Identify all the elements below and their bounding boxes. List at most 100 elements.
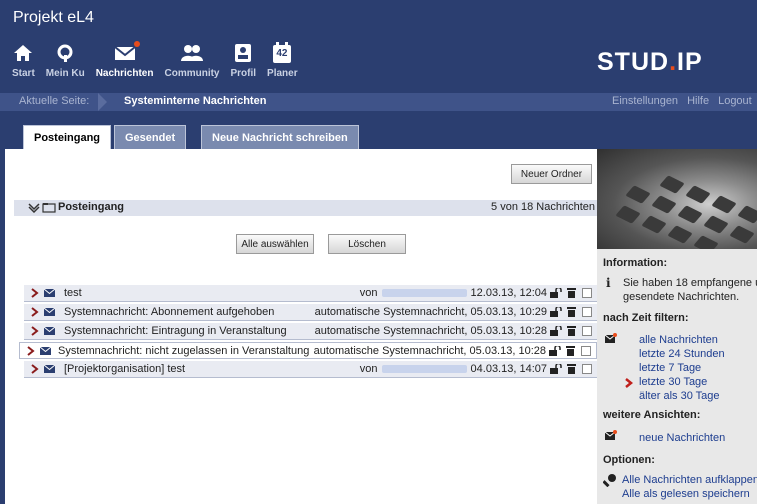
filter-older[interactable]: älter als 30 Tage xyxy=(639,390,720,402)
message-subject: Systemnachricht: nicht zugelassen in Ver… xyxy=(58,345,310,357)
nav-start-label: Start xyxy=(12,68,35,79)
select-all-button[interactable]: Alle auswählen xyxy=(236,234,314,254)
logout-link[interactable]: Logout xyxy=(718,95,752,107)
info-title: Information: xyxy=(603,257,668,269)
current-filter-arrow-icon xyxy=(625,378,633,388)
nav-profile-label: Profil xyxy=(230,68,257,79)
trash-icon[interactable] xyxy=(567,288,576,298)
message-checkbox[interactable] xyxy=(582,288,592,298)
courses-icon xyxy=(57,44,73,62)
nav-start[interactable]: Start xyxy=(12,38,35,79)
lock-icon[interactable] xyxy=(550,326,562,336)
trash-icon[interactable] xyxy=(567,326,576,336)
redacted-sender xyxy=(381,365,467,374)
help-link[interactable]: Hilfe xyxy=(687,95,709,107)
folder-title: Posteingang xyxy=(58,201,125,213)
delete-button[interactable]: Löschen xyxy=(328,234,406,254)
header: Projekt eL4 Start Mein Ku Nachrichten Co… xyxy=(0,0,757,93)
trash-icon[interactable] xyxy=(567,307,576,317)
view-new-messages[interactable]: neue Nachrichten xyxy=(639,432,725,444)
lock-icon[interactable] xyxy=(549,346,561,356)
breadcrumb-arrow-icon xyxy=(98,93,107,111)
settings-link[interactable]: Einstellungen xyxy=(612,95,678,107)
expand-arrow-icon xyxy=(31,307,39,317)
filter-24h[interactable]: letzte 24 Stunden xyxy=(639,348,725,360)
expand-arrow-icon xyxy=(31,364,39,374)
lock-icon[interactable] xyxy=(550,307,562,317)
folder-count: 5 von 18 Nachrichten xyxy=(491,201,595,213)
tab-sent[interactable]: Gesendet xyxy=(114,125,187,149)
message-meta: von 04.03.13, 14:07 xyxy=(359,363,547,375)
nav-planner-label: Planer xyxy=(267,68,298,79)
filter-7d[interactable]: letzte 7 Tage xyxy=(639,362,701,374)
envelope-icon xyxy=(113,46,136,60)
expand-arrow-icon xyxy=(27,346,35,356)
nav-messages-label: Nachrichten xyxy=(95,68,154,79)
message-row[interactable]: [Projektorganisation] test von 04.03.13, … xyxy=(24,361,597,378)
app-title: Projekt eL4 xyxy=(13,9,94,26)
community-icon xyxy=(180,45,203,61)
message-meta: automatische Systemnachricht, 05.03.13, … xyxy=(314,325,547,337)
nav-courses[interactable]: Mein Ku xyxy=(46,38,85,79)
options-icon xyxy=(603,474,616,487)
message-checkbox[interactable] xyxy=(582,326,592,336)
breadcrumb-page: Systeminterne Nachrichten xyxy=(124,95,267,107)
tab-bar: Posteingang Gesendet Neue Nachricht schr… xyxy=(0,111,757,150)
message-checkbox[interactable] xyxy=(582,307,592,317)
envelope-icon xyxy=(44,289,55,297)
message-subject: Systemnachricht: Abonnement aufgehoben xyxy=(64,306,275,318)
breadcrumb-label: Aktuelle Seite: xyxy=(19,95,90,107)
lock-icon[interactable] xyxy=(550,288,562,298)
message-subject: test xyxy=(64,287,82,299)
mail-filter-icon xyxy=(605,333,617,343)
message-meta: automatische Systemnachricht, 05.03.13, … xyxy=(314,306,547,318)
message-subject: [Projektorganisation] test xyxy=(64,363,186,375)
filter-30d[interactable]: letzte 30 Tage xyxy=(639,376,707,388)
sidebar: Information: i Sie haben 18 empfangene u… xyxy=(597,149,757,504)
views-title: weitere Ansichten: xyxy=(603,409,701,421)
trash-icon[interactable] xyxy=(567,364,576,374)
option-mark-all-read[interactable]: Alle als gelesen speichern xyxy=(622,488,750,500)
message-meta: automatische Systemnachricht, 05.03.13, … xyxy=(313,345,546,357)
main-nav: Start Mein Ku Nachrichten Community Prof… xyxy=(12,38,309,79)
folder-header[interactable]: Posteingang 5 von 18 Nachrichten xyxy=(14,200,597,216)
message-row[interactable]: Systemnachricht: Abonnement aufgehoben a… xyxy=(24,304,597,321)
message-row[interactable]: Systemnachricht: Eintragung in Veranstal… xyxy=(24,323,597,340)
message-meta: von 12.03.13, 12:04 xyxy=(359,287,547,299)
envelope-icon xyxy=(44,327,55,335)
trash-icon[interactable] xyxy=(566,346,575,356)
collapse-icon xyxy=(28,203,40,213)
new-mail-icon xyxy=(605,430,617,440)
nav-courses-label: Mein Ku xyxy=(45,68,85,79)
nav-profile[interactable]: Profil xyxy=(230,38,256,79)
message-checkbox[interactable] xyxy=(582,364,592,374)
envelope-icon xyxy=(44,308,55,316)
lock-icon[interactable] xyxy=(550,364,562,374)
info-icon: i xyxy=(606,276,611,290)
nav-messages[interactable]: Nachrichten xyxy=(95,38,154,79)
time-filter-title: nach Zeit filtern: xyxy=(603,312,689,324)
home-icon xyxy=(14,45,33,61)
nav-planner[interactable]: 42 Planer xyxy=(267,38,298,79)
expand-arrow-icon xyxy=(31,326,39,336)
nav-community[interactable]: Community xyxy=(164,38,219,79)
tab-inbox[interactable]: Posteingang xyxy=(23,125,112,150)
breadcrumb: Aktuelle Seite: Systeminterne Nachrichte… xyxy=(0,93,757,111)
message-row[interactable]: test von 12.03.13, 12:04 xyxy=(24,285,597,302)
option-expand-all[interactable]: Alle Nachrichten aufklappen xyxy=(622,474,757,486)
message-checkbox[interactable] xyxy=(581,346,591,356)
envelope-icon xyxy=(44,365,55,373)
info-text-1: Sie haben 18 empfangene u xyxy=(623,277,757,289)
folder-icon xyxy=(42,203,56,213)
filter-all[interactable]: alle Nachrichten xyxy=(639,334,718,346)
message-row[interactable]: Systemnachricht: nicht zugelassen in Ver… xyxy=(19,342,597,359)
new-folder-button[interactable]: Neuer Ordner xyxy=(511,164,592,184)
unread-dot xyxy=(133,41,140,47)
studip-logo: STUD.IP xyxy=(597,48,703,76)
expand-arrow-icon xyxy=(31,288,39,298)
nav-community-label: Community xyxy=(164,68,220,79)
tab-compose[interactable]: Neue Nachricht schreiben xyxy=(201,125,359,149)
envelope-icon xyxy=(40,347,51,355)
keyboard-photo xyxy=(597,149,757,249)
message-subject: Systemnachricht: Eintragung in Veranstal… xyxy=(64,325,287,337)
